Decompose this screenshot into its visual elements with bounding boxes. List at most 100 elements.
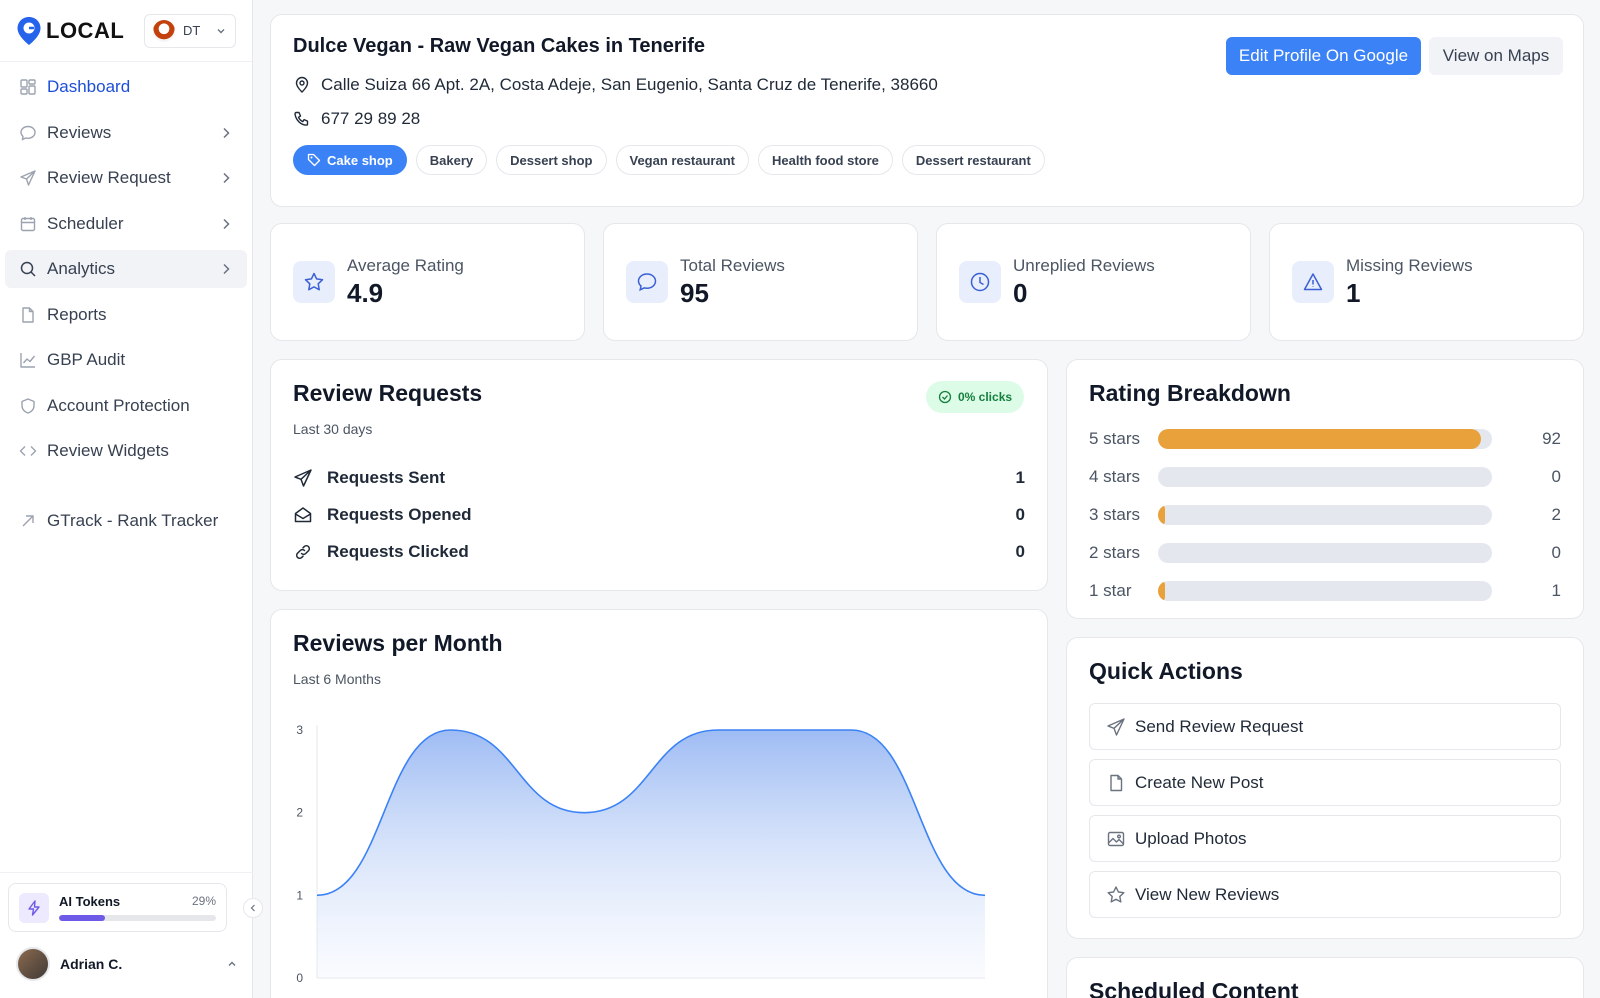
calendar-icon	[20, 216, 36, 231]
stat-label: Total Reviews	[680, 255, 785, 275]
view-on-maps-button[interactable]: View on Maps	[1429, 37, 1563, 75]
rating-bar-fill	[1158, 505, 1165, 525]
sidebar: LOCAL DT Dashboard Reviews Review Reques…	[0, 0, 263, 998]
business-address: Calle Suiza 66 Apt. 2A, Costa Adeje, San…	[321, 75, 938, 94]
list-item: Requests Clicked 0	[293, 533, 1025, 570]
category-chip[interactable]: Health food store	[758, 145, 893, 175]
location-avatar	[153, 19, 175, 42]
ai-tokens-label: AI Tokens	[59, 894, 121, 909]
y-tick-label: 1	[296, 888, 303, 902]
stat-value: 0	[1013, 277, 1028, 308]
view-new-reviews-button[interactable]: View New Reviews	[1089, 871, 1561, 918]
sidebar-item-label: Reviews	[47, 122, 112, 142]
stat-value: 95	[680, 277, 709, 308]
business-profile-card: Dulce Vegan - Raw Vegan Cakes in Tenerif…	[270, 14, 1584, 207]
button-label: Create New Post	[1135, 772, 1264, 792]
sidebar-item-analytics[interactable]: Analytics	[5, 250, 247, 288]
sidebar-item-review-widgets[interactable]: Review Widgets	[5, 432, 247, 470]
send-icon	[1107, 717, 1125, 736]
map-pin-logo-icon	[17, 16, 41, 45]
sidebar-item-label: GBP Audit	[47, 350, 126, 369]
card-subtitle: Last 30 days	[293, 421, 373, 437]
user-menu[interactable]: Adrian C.	[16, 946, 238, 982]
upload-photos-button[interactable]: Upload Photos	[1089, 815, 1561, 862]
row-label: Requests Clicked	[327, 541, 469, 561]
sidebar-divider	[0, 872, 253, 873]
rating-count: 1	[1551, 581, 1561, 600]
card-title: Reviews per Month	[293, 630, 503, 656]
category-chip[interactable]: Dessert shop	[496, 145, 607, 175]
rating-bar	[1158, 543, 1492, 563]
rating-label: 2 stars	[1089, 543, 1141, 562]
sidebar-header: LOCAL DT	[0, 0, 252, 62]
location-switcher[interactable]: DT	[144, 13, 236, 48]
category-chip-primary[interactable]: Cake shop	[293, 145, 407, 175]
rating-label: 3 stars	[1089, 505, 1141, 524]
ai-tokens-percent: 29%	[191, 894, 216, 908]
sidebar-item-label: Scheduler	[47, 213, 124, 233]
star-icon	[1107, 885, 1125, 903]
y-tick-label: 2	[296, 806, 303, 820]
sidebar-item-account-protection[interactable]: Account Protection	[5, 387, 247, 425]
chevron-right-icon	[223, 127, 230, 138]
list-item: Requests Sent 1	[293, 459, 1025, 496]
sidebar-item-gbp-audit[interactable]: GBP Audit	[5, 341, 247, 379]
review-requests-list: Requests Sent 1 Requests Opened 0 Reques…	[293, 459, 1025, 570]
business-phone: 677 29 89 28	[321, 109, 421, 128]
star-icon	[293, 261, 335, 303]
rating-row: 4 stars 0	[1089, 458, 1561, 496]
sidebar-item-reviews[interactable]: Reviews	[5, 114, 247, 152]
sidebar-item-label: Account Protection	[47, 395, 190, 415]
ai-tokens-widget[interactable]: AI Tokens 29%	[8, 883, 227, 932]
stat-card-total-reviews: Total Reviews 95	[603, 223, 918, 341]
chevron-right-icon	[223, 172, 230, 184]
collapse-sidebar-button[interactable]	[243, 898, 263, 918]
series-area	[317, 730, 985, 978]
user-name: Adrian C.	[60, 956, 123, 972]
y-tick-label: 0	[296, 971, 303, 985]
row-value: 1	[1015, 467, 1025, 487]
sidebar-item-label: Reports	[47, 304, 107, 324]
button-label: Send Review Request	[1135, 716, 1304, 736]
sidebar-item-label: Review Request	[47, 168, 171, 187]
rating-row: 3 stars 2	[1089, 496, 1561, 534]
warning-icon	[1292, 261, 1334, 303]
edit-profile-button[interactable]: Edit Profile On Google	[1226, 37, 1421, 75]
create-new-post-button[interactable]: Create New Post	[1089, 759, 1561, 806]
logo-text: LOCAL	[46, 17, 125, 43]
ai-tokens-progress-fill	[59, 915, 105, 921]
sidebar-item-reports[interactable]: Reports	[5, 296, 247, 334]
dashboard-icon	[20, 79, 36, 95]
sidebar-item-dashboard[interactable]: Dashboard	[5, 68, 247, 106]
row-label: Requests Sent	[327, 467, 446, 487]
tag-icon	[307, 153, 321, 167]
quick-actions-card: Quick Actions Send Review Request Create…	[1066, 637, 1584, 939]
reviews-per-month-chart: 0 1 2 3	[296, 723, 986, 985]
rating-label: 1 star	[1089, 581, 1132, 600]
y-tick-label: 3	[296, 723, 303, 737]
category-chip[interactable]: Vegan restaurant	[615, 145, 749, 175]
rating-label: 4 stars	[1089, 467, 1141, 486]
chevron-left-icon	[250, 904, 255, 912]
stat-label: Missing Reviews	[1346, 255, 1473, 275]
rating-count: 2	[1551, 505, 1561, 524]
rating-row: 5 stars 92	[1089, 420, 1561, 458]
rating-breakdown-list: 5 stars 92 4 stars 0 3 stars 2 2 stars 0…	[1089, 420, 1561, 610]
send-icon	[294, 468, 312, 487]
avatar	[16, 947, 50, 981]
location-label: DT	[183, 23, 201, 38]
card-subtitle: Last 6 Months	[293, 671, 381, 687]
sidebar-item-scheduler[interactable]: Scheduler	[5, 205, 247, 243]
search-icon	[20, 261, 36, 277]
card-title: Scheduled Content	[1089, 978, 1299, 998]
sidebar-item-review-request[interactable]: Review Request	[5, 159, 247, 197]
button-label: View New Reviews	[1135, 884, 1280, 904]
category-chip[interactable]: Bakery	[415, 145, 488, 175]
sidebar-item-gtrack[interactable]: GTrack - Rank Tracker	[5, 502, 247, 540]
send-review-request-button[interactable]: Send Review Request	[1089, 703, 1561, 750]
logo[interactable]: LOCAL	[16, 16, 124, 46]
category-chip[interactable]: Dessert restaurant	[901, 145, 1045, 175]
stat-card-unreplied-reviews: Unreplied Reviews 0	[936, 223, 1251, 341]
ai-tokens-body: AI Tokens 29%	[59, 894, 216, 921]
sidebar-item-label: Analytics	[47, 259, 116, 278]
